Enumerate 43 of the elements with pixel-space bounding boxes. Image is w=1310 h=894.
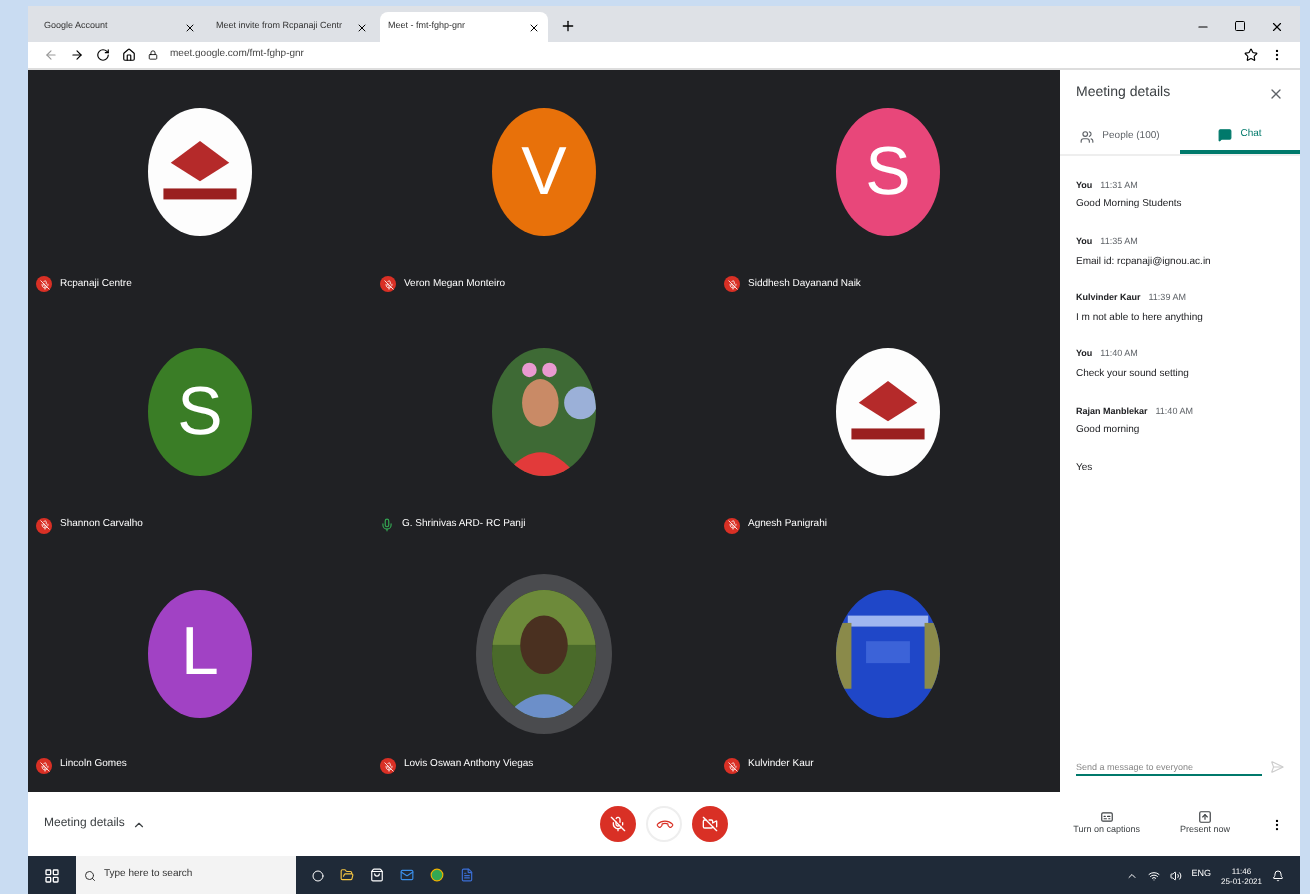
browser-icon[interactable] [430, 868, 444, 882]
new-tab-icon[interactable] [560, 18, 576, 34]
avatar: S [836, 108, 940, 237]
search-icon [84, 869, 96, 881]
menu-icon[interactable] [1270, 48, 1284, 62]
document-icon[interactable] [460, 868, 474, 882]
folder-icon[interactable] [340, 868, 354, 882]
hang-up-button[interactable] [646, 806, 682, 842]
phone-icon [654, 814, 674, 834]
notification-icon[interactable] [1272, 869, 1284, 881]
minimize-icon[interactable] [1196, 20, 1210, 34]
camera-button[interactable] [692, 806, 728, 842]
microphone-off-icon [610, 816, 626, 832]
chat-icon [1218, 128, 1233, 142]
avatar: S [148, 348, 252, 477]
close-icon[interactable] [356, 21, 368, 33]
star-icon[interactable] [1244, 48, 1258, 62]
present-icon [1197, 810, 1212, 825]
mail-icon[interactable] [400, 868, 414, 882]
microphone-button[interactable] [600, 806, 636, 842]
network-icon[interactable] [1147, 869, 1160, 881]
forward-icon[interactable] [70, 48, 84, 62]
taskview-icon[interactable] [312, 869, 324, 881]
maximize-icon[interactable] [1234, 20, 1246, 32]
close-icon[interactable] [1268, 86, 1284, 103]
avatar: L [148, 589, 252, 718]
close-icon[interactable] [184, 21, 196, 33]
avatar: V [492, 108, 596, 237]
caret-icon [132, 817, 147, 831]
camera-off-icon [702, 816, 718, 832]
volume-icon[interactable] [1169, 869, 1182, 881]
store-icon[interactable] [370, 868, 384, 882]
reload-icon[interactable] [96, 48, 110, 62]
lock-icon [148, 50, 158, 60]
back-icon[interactable] [44, 48, 58, 62]
people-icon [1080, 130, 1095, 144]
close-icon[interactable] [1270, 20, 1284, 34]
home-icon[interactable] [122, 48, 136, 62]
captions-icon [1099, 810, 1114, 825]
close-icon[interactable] [528, 21, 540, 33]
tray-icon[interactable] [1125, 869, 1138, 881]
start-icon[interactable] [44, 867, 60, 883]
more-icon[interactable] [1270, 817, 1284, 831]
